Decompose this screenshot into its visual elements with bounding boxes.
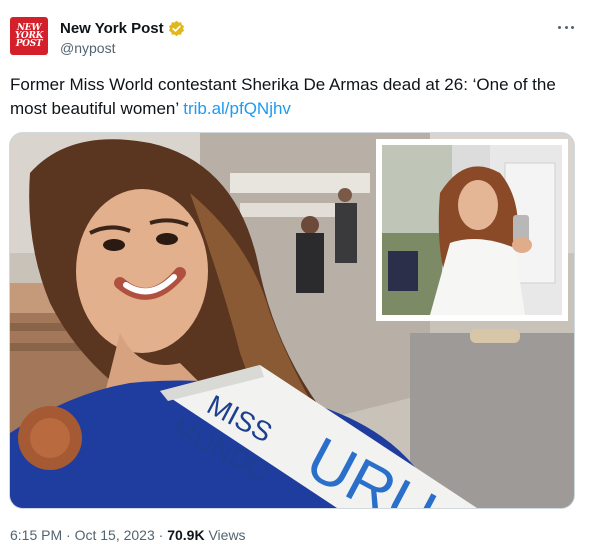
views-count: 70.9K (167, 527, 205, 543)
inset-photo (376, 139, 568, 321)
tweet-meta: 6:15 PM · Oct 15, 2023 · 70.9K Views (10, 527, 246, 543)
tweet-date[interactable]: Oct 15, 2023 (75, 527, 155, 543)
meta-separator: · (66, 527, 71, 543)
verified-badge-icon (168, 20, 184, 36)
handle[interactable]: @nypost (60, 40, 115, 56)
tweet-photo: MISS MUNDO URU (10, 133, 574, 508)
tweet-card: NEW YORK POST New York Post @nypost Form… (0, 0, 590, 544)
tweet-image[interactable]: MISS MUNDO URU (9, 132, 575, 509)
avatar[interactable]: NEW YORK POST (10, 17, 48, 55)
tweet-link[interactable]: trib.al/pfQNjhv (183, 99, 291, 118)
meta-separator-2: · (158, 527, 164, 543)
tweet-text: Former Miss World contestant Sherika De … (10, 73, 580, 121)
display-name[interactable]: New York Post (60, 20, 164, 37)
author-name-row: New York Post (60, 18, 185, 38)
more-options-icon[interactable] (556, 20, 576, 34)
tweet-time[interactable]: 6:15 PM (10, 527, 62, 543)
views-label: Views (208, 527, 246, 543)
avatar-text-line3: POST (15, 39, 43, 49)
